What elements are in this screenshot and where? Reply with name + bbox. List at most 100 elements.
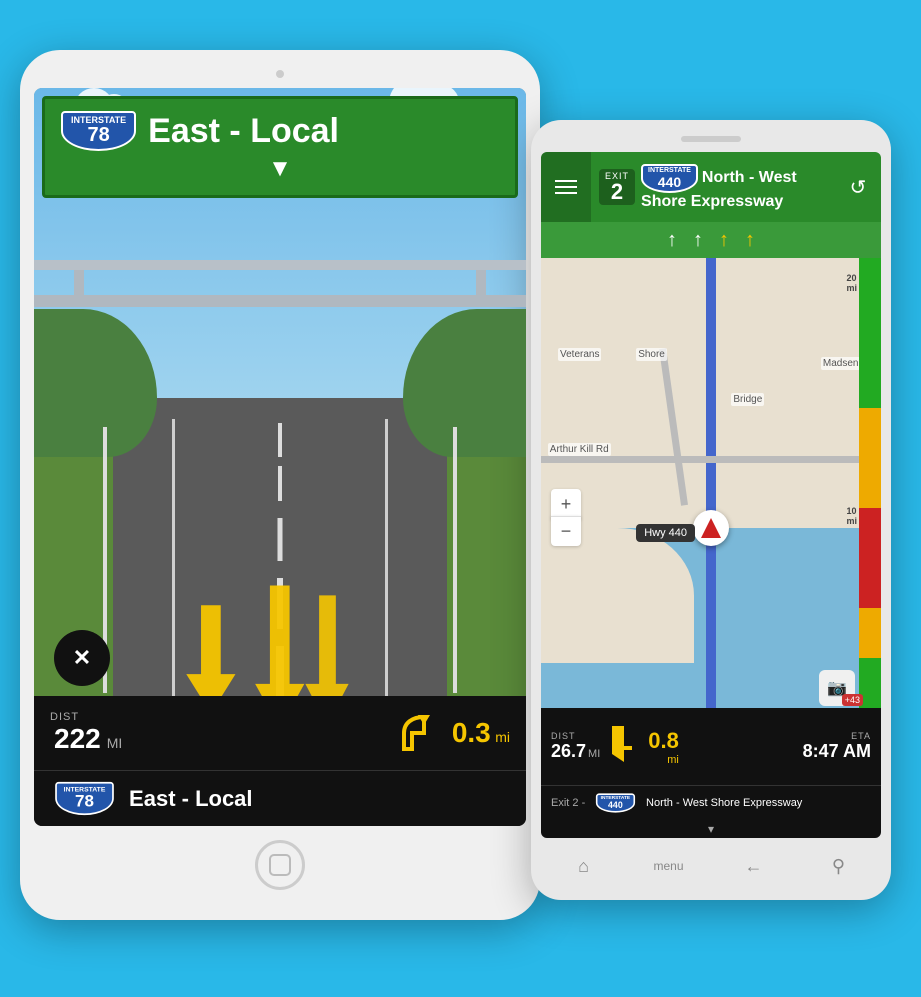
nav-sign-banner: INTERSTATE 78 East - Local ▼ bbox=[42, 96, 518, 198]
phone-menu-nav-button[interactable]: menu bbox=[649, 846, 689, 886]
dist-label: DIST bbox=[50, 711, 122, 723]
lane-indicator-row: ↑ ↑ ↑ ↑ bbox=[541, 222, 881, 258]
phone-dist-unit: MI bbox=[588, 748, 600, 760]
phone-route-line2: Shore Expressway bbox=[641, 193, 827, 211]
home-icon: ⌂ bbox=[578, 856, 589, 877]
tablet-dist-row: DIST 222 MI 0.3 mi bbox=[34, 696, 526, 771]
traffic-segment-green-top bbox=[859, 258, 881, 408]
phone-next-dist-value: 0.8 bbox=[648, 728, 679, 754]
phone-dist-label: DIST bbox=[551, 731, 600, 741]
phone-sign-area: EXIT 2 INTERSTATE 440 North - West Shore… bbox=[591, 152, 835, 222]
sign-down-arrow: ▼ bbox=[61, 155, 499, 183]
dist-unit: MI bbox=[107, 735, 123, 751]
back-icon: ← bbox=[745, 856, 763, 877]
phone-route-prefix: Exit 2 - bbox=[551, 797, 585, 809]
car-marker bbox=[693, 510, 729, 546]
phone-header: EXIT 2 INTERSTATE 440 North - West Shore… bbox=[541, 152, 881, 222]
zoom-in-button[interactable]: + bbox=[551, 489, 581, 519]
phone-route-top: INTERSTATE 440 North - West bbox=[641, 164, 827, 193]
map-tooltip-hwy440: Hwy 440 bbox=[636, 524, 695, 542]
tablet-route-row: INTERSTATE 78 East - Local bbox=[34, 771, 526, 826]
phone-turn-icon bbox=[606, 726, 642, 767]
menu-button[interactable] bbox=[541, 152, 591, 222]
phone-bottom-shield: INTERSTATE 440 bbox=[596, 793, 635, 812]
car-direction-indicator bbox=[701, 518, 721, 538]
tablet-home-button[interactable] bbox=[255, 840, 305, 890]
guardrail-right bbox=[453, 427, 457, 693]
phone-nav-bar: ⌂ menu ← ⚲ bbox=[541, 838, 881, 890]
turn-arrow-icon bbox=[396, 709, 444, 757]
traffic-label-20mi: 20 mi bbox=[847, 273, 858, 293]
dash-2 bbox=[278, 466, 282, 500]
phone-route-line1: North - West bbox=[702, 169, 797, 187]
phone-route-row: Exit 2 - INTERSTATE 440 North - West Sho… bbox=[541, 786, 881, 820]
phone-search-button[interactable]: ⚲ bbox=[819, 846, 859, 886]
map-label-bridge: Bridge bbox=[731, 393, 764, 406]
map-label-veterans: Veterans bbox=[558, 348, 601, 361]
exit-badge: EXIT 2 bbox=[599, 169, 635, 205]
map-road-vertical bbox=[706, 258, 716, 708]
phone-bottom-bar: DIST 26.7 MI 0.8 mi bbox=[541, 708, 881, 838]
chevron-down-icon: ▾ bbox=[708, 822, 714, 836]
expand-section[interactable]: ▾ bbox=[541, 820, 881, 838]
nav-sign-top: INTERSTATE 78 East - Local bbox=[61, 111, 339, 151]
search-icon: ⚲ bbox=[832, 856, 845, 877]
dist-block: DIST 222 MI bbox=[50, 711, 122, 755]
phone-eta-label: ETA bbox=[851, 731, 871, 741]
phone-device: Veterans Shore Bridge Madsen Av Arthur K… bbox=[531, 120, 891, 900]
phone-dist-block: DIST 26.7 MI bbox=[551, 731, 600, 762]
next-dist-value: 0.3 bbox=[452, 717, 491, 748]
map-road-horizontal bbox=[541, 456, 859, 463]
tablet-bottom-bar: DIST 222 MI 0.3 mi bbox=[34, 696, 526, 826]
phone-shield-440: INTERSTATE 440 bbox=[641, 164, 698, 193]
map-land bbox=[541, 528, 694, 663]
map-label-arthur-kill: Arthur Kill Rd bbox=[548, 443, 611, 456]
tablet-home-inner bbox=[269, 854, 291, 876]
phone-turn-arrow-icon bbox=[606, 726, 642, 762]
close-button[interactable]: ✕ bbox=[54, 630, 110, 686]
lane-arrow-1: ↑ bbox=[667, 229, 677, 252]
lane-arrow-4: ↑ bbox=[745, 229, 755, 252]
hamburger-icon bbox=[555, 180, 577, 194]
traffic-segment-red-bottom bbox=[859, 508, 881, 608]
phone-home-button[interactable]: ⌂ bbox=[564, 846, 604, 886]
menu-nav-icon: menu bbox=[653, 859, 683, 873]
tablet-route-text: East - Local bbox=[129, 786, 252, 812]
traffic-label-10mi: 10 mi bbox=[847, 506, 858, 526]
map-label-shore: Shore bbox=[636, 348, 667, 361]
phone-next-dist-block: 0.8 mi bbox=[648, 728, 679, 766]
phone-route-description: North - West Shore Expressway bbox=[646, 797, 802, 809]
dist-value: 222 bbox=[54, 723, 101, 755]
phone-dist-row: DIST 26.7 MI 0.8 mi bbox=[541, 708, 881, 786]
bridge-gantry bbox=[34, 295, 526, 307]
phone-eta-value: 8:47 AM bbox=[803, 741, 871, 762]
phone-dist-value: 26.7 bbox=[551, 741, 586, 762]
zoom-out-button[interactable]: − bbox=[551, 516, 581, 546]
traffic-segment-yellow-bottom bbox=[859, 608, 881, 658]
tablet-screen: INTERSTATE 78 East - Local ▼ ✕ DIST 222 … bbox=[34, 88, 526, 826]
map-area: Veterans Shore Bridge Madsen Av Arthur K… bbox=[541, 258, 881, 708]
grass-right bbox=[447, 442, 526, 708]
lane-arrow-3: ↑ bbox=[719, 229, 729, 252]
recenter-icon: ↺ bbox=[850, 175, 867, 200]
notification-badge: +43 bbox=[842, 694, 863, 706]
phone-back-button[interactable]: ← bbox=[734, 846, 774, 886]
sign-direction-text: East - Local bbox=[148, 112, 339, 151]
next-dist-unit: mi bbox=[495, 729, 510, 745]
interstate-shield-78: INTERSTATE 78 bbox=[61, 111, 136, 151]
phone-next-dist-unit: mi bbox=[667, 754, 679, 766]
next-dist-block: 0.3 mi bbox=[452, 717, 510, 749]
recenter-button[interactable]: ↺ bbox=[835, 152, 881, 222]
phone-route-name: INTERSTATE 440 North - West Shore Expres… bbox=[641, 164, 827, 211]
car-marker-circle bbox=[693, 510, 729, 546]
phone-speaker bbox=[681, 136, 741, 142]
traffic-bar: 20 mi 10 mi bbox=[859, 258, 881, 708]
phone-eta-block: ETA 8:47 AM bbox=[803, 731, 871, 762]
tablet-camera bbox=[276, 70, 284, 78]
tablet-device: INTERSTATE 78 East - Local ▼ ✕ DIST 222 … bbox=[20, 50, 540, 920]
lane-arrow-2: ↑ bbox=[693, 229, 703, 252]
exit-number: 2 bbox=[611, 181, 623, 203]
tablet-route-shield: INTERSTATE 78 bbox=[55, 782, 114, 815]
turn-block: 0.3 mi bbox=[396, 709, 510, 757]
phone-screen: Veterans Shore Bridge Madsen Av Arthur K… bbox=[541, 152, 881, 838]
